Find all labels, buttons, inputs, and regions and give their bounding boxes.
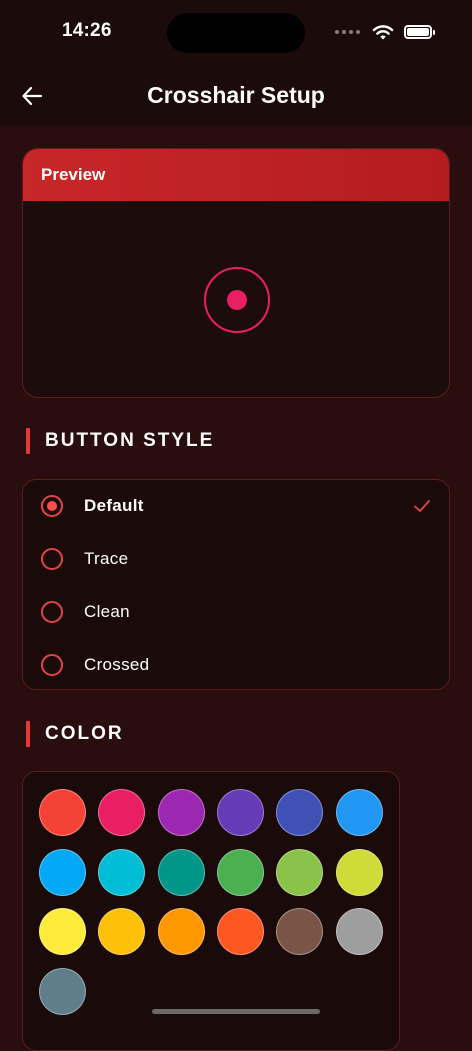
signal-icon	[335, 30, 360, 34]
radio-icon	[41, 601, 63, 623]
color-heading: COLOR	[26, 721, 124, 747]
button-style-heading-text: BUTTON STYLE	[45, 430, 215, 451]
color-swatch[interactable]	[335, 908, 383, 955]
color-swatch[interactable]	[98, 789, 146, 836]
style-option-label: Default	[84, 496, 144, 515]
battery-icon	[404, 25, 435, 39]
crosshair-dot	[227, 290, 247, 310]
preview-card: Preview	[22, 148, 450, 398]
color-swatch[interactable]	[216, 848, 264, 896]
preview-header: Preview	[23, 149, 449, 201]
color-swatch[interactable]	[98, 848, 146, 896]
style-option-crossed[interactable]: Crossed	[23, 639, 449, 691]
color-swatch[interactable]	[216, 908, 264, 955]
dynamic-island	[167, 13, 305, 53]
color-swatch[interactable]	[39, 908, 86, 955]
color-swatch[interactable]	[39, 789, 86, 836]
style-option-trace[interactable]: Trace	[23, 533, 449, 585]
page-title: Crosshair Setup	[147, 82, 325, 108]
color-swatch[interactable]	[39, 848, 86, 896]
button-style-card: Default Trace Clean Crossed	[22, 479, 450, 690]
color-swatch[interactable]	[276, 848, 324, 896]
check-icon	[414, 500, 430, 512]
radio-selected-icon	[41, 495, 63, 517]
color-swatch[interactable]	[335, 789, 383, 836]
color-swatch[interactable]	[216, 789, 264, 836]
radio-icon	[41, 654, 63, 676]
color-swatch[interactable]	[276, 908, 324, 955]
wifi-icon	[372, 25, 394, 40]
color-swatch[interactable]	[276, 789, 324, 836]
color-heading-text: COLOR	[45, 723, 124, 744]
color-swatch[interactable]	[98, 908, 146, 955]
color-swatch[interactable]	[39, 967, 86, 1015]
color-swatch[interactable]	[157, 789, 205, 836]
top-bar: 14:26 Crosshair Setup	[0, 0, 472, 126]
section-accent-bar	[26, 428, 30, 454]
style-option-default[interactable]: Default	[23, 480, 449, 532]
style-option-label: Crossed	[84, 655, 150, 674]
style-option-clean[interactable]: Clean	[23, 586, 449, 638]
status-time: 14:26	[62, 20, 112, 41]
status-icons	[335, 23, 435, 41]
style-option-label: Trace	[84, 549, 129, 568]
button-style-heading: BUTTON STYLE	[26, 428, 214, 454]
style-option-label: Clean	[84, 602, 130, 621]
color-swatch[interactable]	[157, 848, 205, 896]
preview-title: Preview	[41, 165, 106, 184]
color-swatch[interactable]	[335, 848, 383, 896]
home-indicator	[152, 1009, 320, 1014]
color-swatch[interactable]	[157, 908, 205, 955]
section-accent-bar	[26, 721, 30, 747]
crosshair-preview	[204, 267, 270, 333]
radio-icon	[41, 548, 63, 570]
